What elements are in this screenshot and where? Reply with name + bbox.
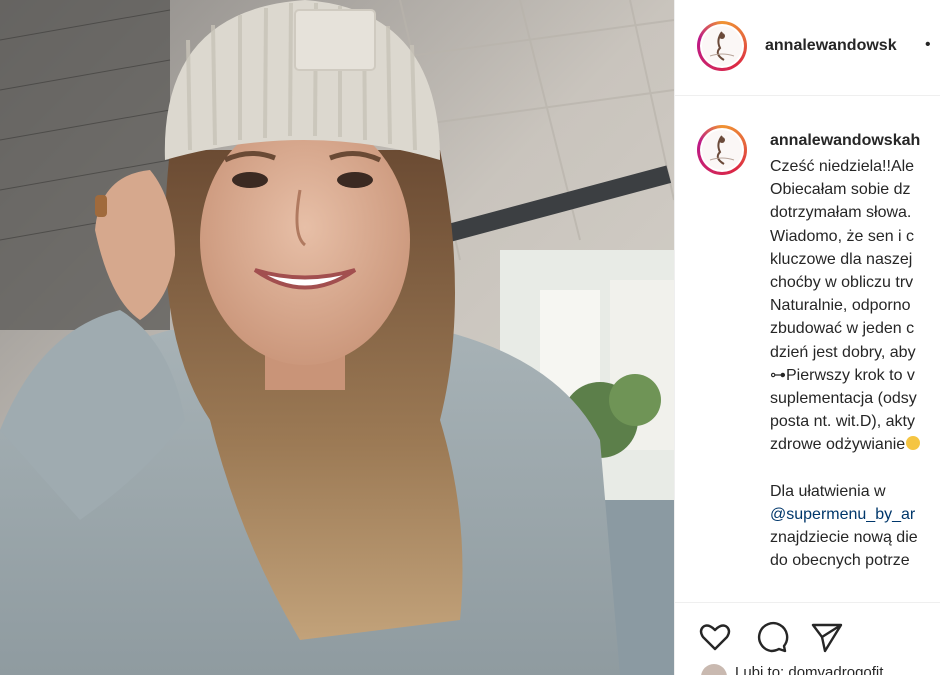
liked-by-text[interactable]: Lubi to: domvadrogofit <box>735 664 883 675</box>
caption-text: Cześć niedziela!!Ale Obiecałam sobie dz … <box>770 155 940 572</box>
caption-line: kluczowe dla naszej <box>770 250 913 268</box>
post-photo[interactable] <box>0 0 674 675</box>
post-header: annalewandowsk • <box>675 0 940 96</box>
post-author-username[interactable]: annalewandowsk <box>765 37 897 55</box>
caption-line: do obecnych potrze <box>770 552 910 570</box>
caption-line: ⊶Pierwszy krok to v <box>770 366 915 384</box>
heart-icon <box>699 624 731 651</box>
caption-line: dotrzymałam słowa. <box>770 204 912 222</box>
caption-line: zbudować w jeden c <box>770 320 915 338</box>
caption-line: Cześć niedziela!!Ale <box>770 158 915 175</box>
share-icon <box>811 623 843 653</box>
caption-username[interactable]: annalewandowskah <box>770 132 920 150</box>
caption-avatar[interactable] <box>697 125 747 175</box>
caption-line: posta nt. wit.D), akty <box>770 413 915 431</box>
like-button[interactable] <box>697 619 733 655</box>
post-photo-image <box>0 0 674 675</box>
emoji-icon <box>906 436 921 451</box>
separator-dot: • <box>925 36 931 53</box>
comment-icon <box>758 621 789 653</box>
caption-line: Dla ułatwienia w <box>770 482 886 500</box>
avatar[interactable] <box>697 21 747 71</box>
caption-line-emoji: zdrowe odżywianie <box>770 433 940 456</box>
comment-button[interactable] <box>753 619 789 655</box>
mention-link[interactable]: @supermenu_by_ar <box>770 503 940 526</box>
caption-avatar-image <box>702 130 742 170</box>
caption-line: dzień jest dobry, aby <box>770 343 916 361</box>
post-side-panel: annalewandowsk • annalewandowskah Cześć … <box>674 0 940 675</box>
caption-line: Wiadomo, że sen i c <box>770 227 915 245</box>
caption-line: suplementacja (odsy <box>770 389 917 407</box>
caption-line: Obiecałam sobie dz <box>770 181 911 199</box>
caption-line: znajdziecie nową die <box>770 529 918 546</box>
caption-line: choćby w obliczu trv <box>770 273 914 291</box>
share-button[interactable] <box>809 619 845 655</box>
avatar-image <box>702 26 742 66</box>
caption-line: Naturalnie, odporno <box>770 297 911 315</box>
